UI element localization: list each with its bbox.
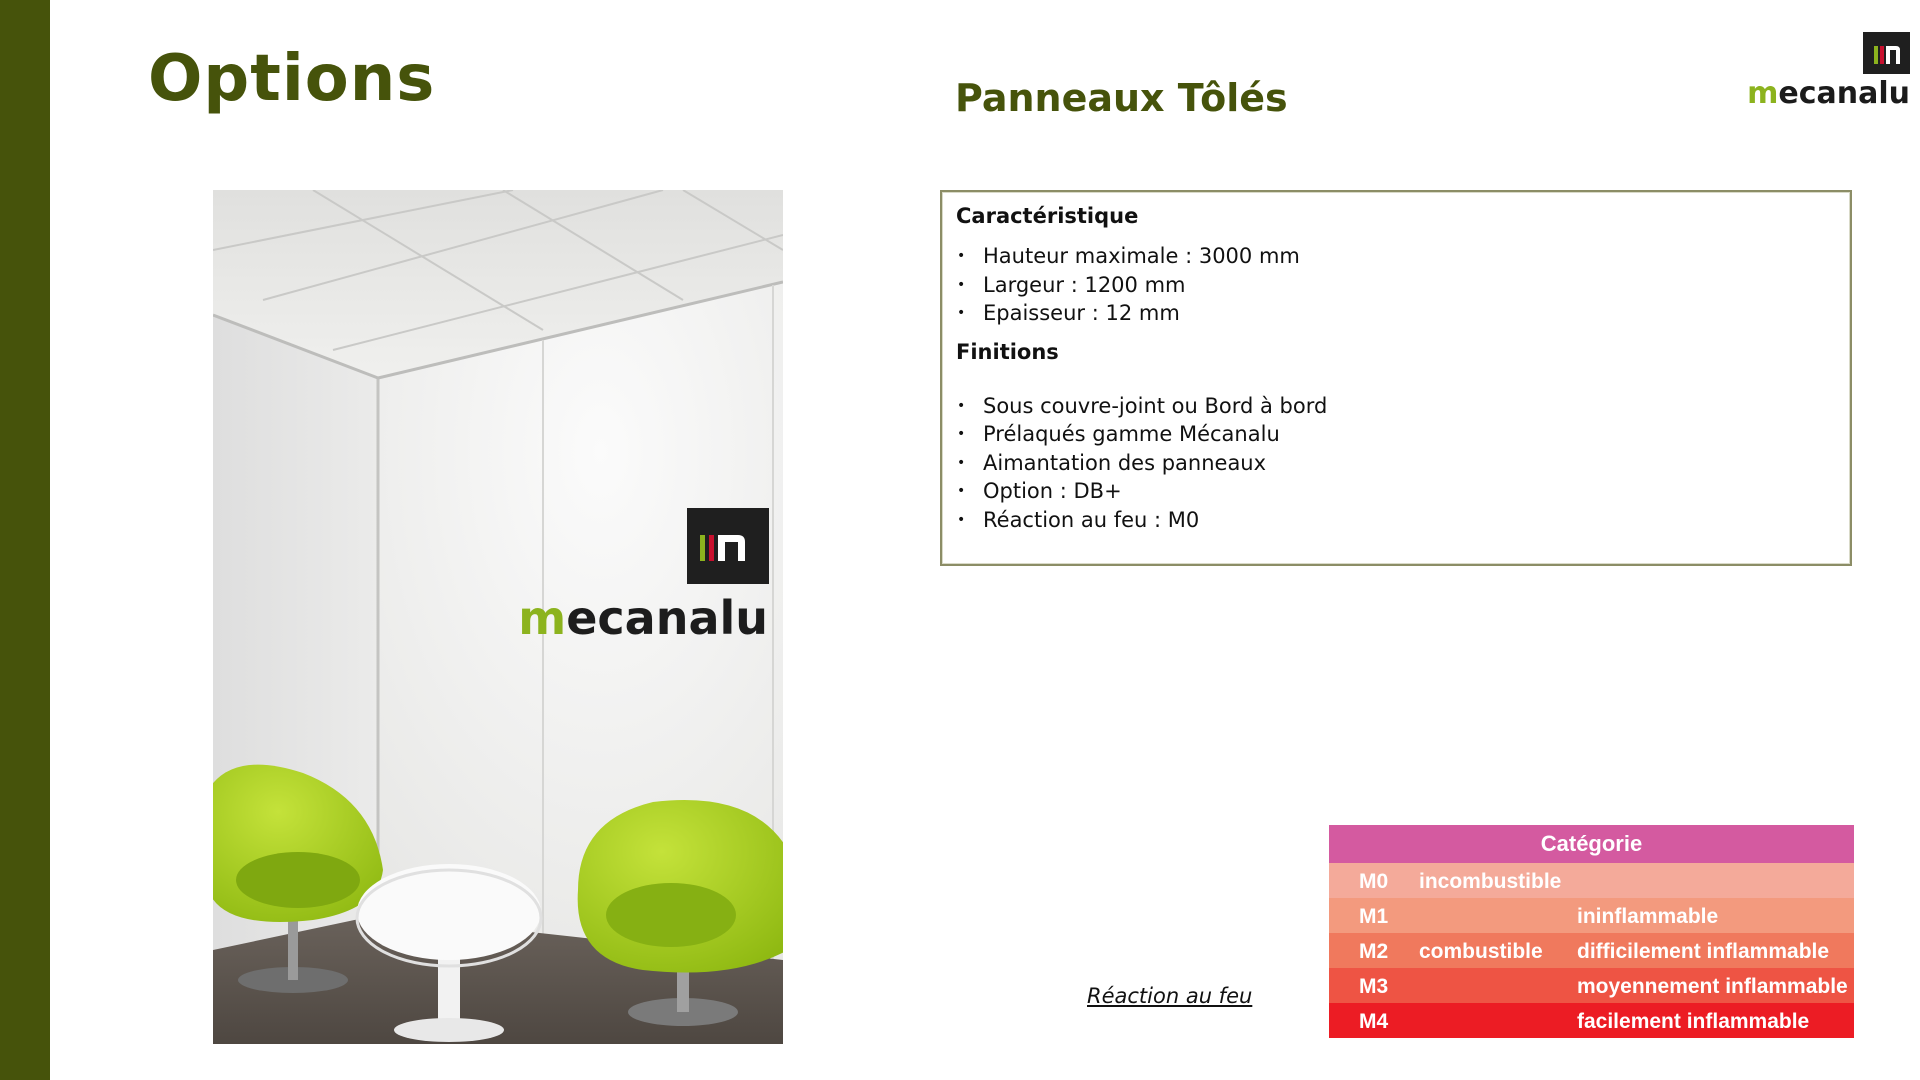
room-photo: mecanalu: [213, 190, 783, 1044]
mecanalu-logo: mecanalu: [1720, 28, 1910, 118]
row-code: M3: [1359, 975, 1389, 998]
fire-classification-table: Catégorie M0 incombustible M1 ininflamma…: [1329, 825, 1854, 1038]
table-row: M1 ininflammable: [1329, 898, 1854, 933]
caracteristique-list: Hauteur maximale : 3000 mm Largeur : 120…: [956, 242, 1836, 328]
row-combustibility: incombustible: [1419, 870, 1562, 893]
page-subtitle: Panneaux Tôlés: [955, 76, 1288, 120]
finitions-heading: Finitions: [956, 339, 1059, 364]
logo-mark-icon: [1863, 32, 1910, 74]
row-code: M2: [1359, 940, 1389, 963]
row-code: M1: [1359, 905, 1389, 928]
reaction-au-feu-caption: Réaction au feu: [1087, 984, 1253, 1008]
logo-wordmark: mecanalu: [1747, 76, 1910, 111]
row-inflammability: ininflammable: [1577, 905, 1719, 928]
list-item: Réaction au feu : M0: [956, 506, 1836, 535]
list-item: Hauteur maximale : 3000 mm: [956, 242, 1836, 271]
logo-wordmark-m: m: [1747, 76, 1779, 111]
finitions-list: Sous couvre-joint ou Bord à bord Prélaqu…: [956, 392, 1836, 535]
row-code: M4: [1359, 1010, 1389, 1033]
svg-text:mecanalu: mecanalu: [518, 591, 768, 645]
table-header: Catégorie: [1329, 825, 1854, 863]
row-inflammability: moyennement inflammable: [1577, 975, 1848, 998]
wall-logo-rest: ecanalu: [566, 591, 768, 645]
row-inflammability: difficilement inflammable: [1577, 940, 1830, 963]
list-item: Largeur : 1200 mm: [956, 271, 1836, 300]
page-title: Options: [148, 42, 436, 116]
list-item: Option : DB+: [956, 477, 1836, 506]
table-row: M4 facilement inflammable: [1329, 1003, 1854, 1038]
row-inflammability: facilement inflammable: [1577, 1010, 1810, 1033]
left-accent-bar: [0, 0, 50, 1080]
row-combustibility: combustible: [1419, 940, 1543, 963]
row-code: M0: [1359, 870, 1389, 893]
specifications-box: Caractéristique Hauteur maximale : 3000 …: [940, 190, 1852, 566]
list-item: Prélaqués gamme Mécanalu: [956, 420, 1836, 449]
table-row: M0 incombustible: [1329, 863, 1854, 898]
list-item: Sous couvre-joint ou Bord à bord: [956, 392, 1836, 421]
list-item: Aimantation des panneaux: [956, 449, 1836, 478]
caracteristique-heading: Caractéristique: [956, 204, 1139, 228]
table-row: M3 moyennement inflammable: [1329, 968, 1854, 1003]
table-row: M2 combustible difficilement inflammable: [1329, 933, 1854, 968]
wall-logo-m: m: [518, 591, 566, 645]
list-item: Epaisseur : 12 mm: [956, 299, 1836, 328]
logo-wordmark-rest: ecanalu: [1778, 76, 1910, 111]
